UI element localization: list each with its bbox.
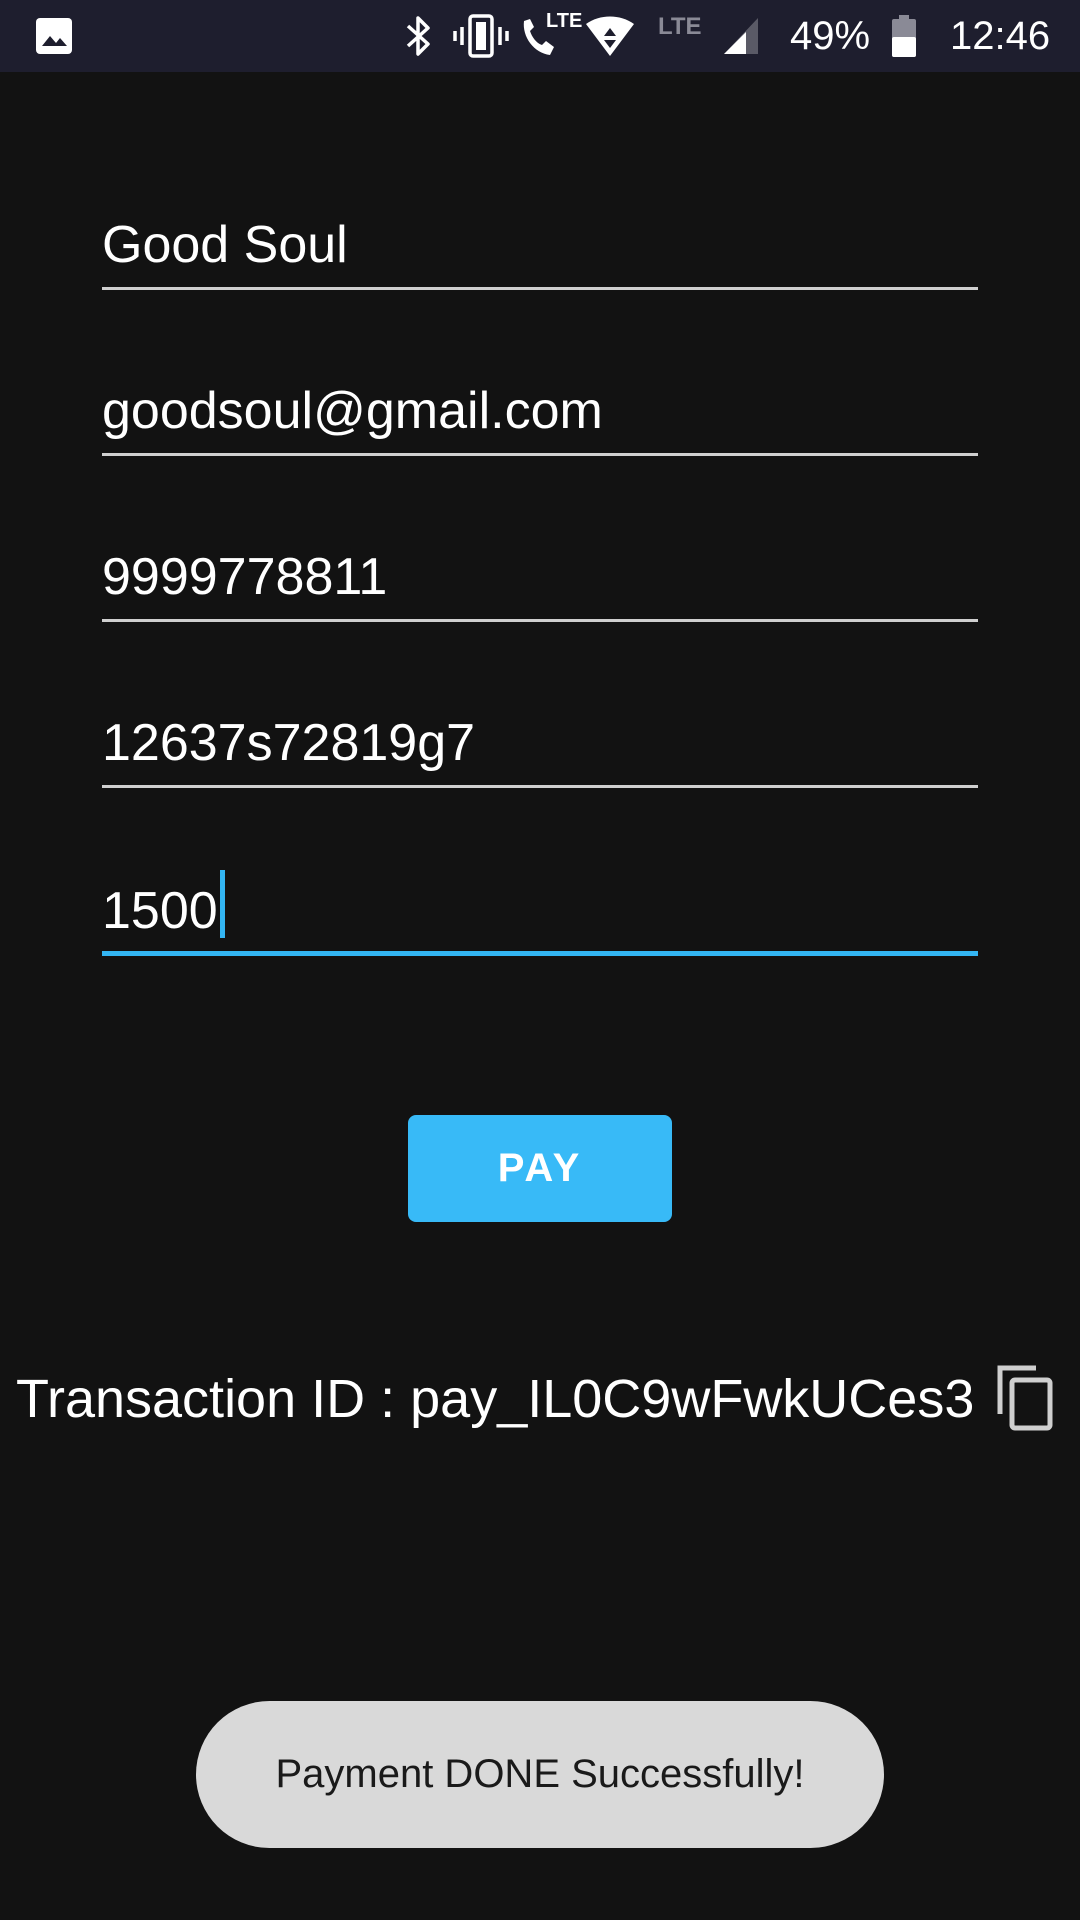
id-field[interactable]: 12637s72819g7 [102,708,978,788]
text-cursor [219,870,225,938]
toast-message: Payment DONE Successfully! [196,1701,884,1848]
pay-button[interactable]: PAY [408,1115,672,1222]
signal-icon [722,0,760,72]
lte-label: LTE [658,13,702,40]
volte-call-icon: LTE [518,0,582,72]
amount-field[interactable]: 1500 [102,870,978,956]
name-field-value: Good Soul [102,216,348,274]
gallery-icon [34,0,74,72]
bluetooth-icon [402,0,436,72]
vibrate-icon [452,0,510,72]
clock: 12:46 [950,0,1050,72]
amount-field-value: 1500 [102,882,218,940]
phone-field[interactable]: 9999778811 [102,542,978,622]
battery-icon [890,0,918,72]
email-field-value: goodsoul@gmail.com [102,382,603,440]
name-field[interactable]: Good Soul [102,210,978,290]
transaction-id-text: Transaction ID : pay_IL0C9wFwkUCes3 [16,1369,975,1429]
copy-icon[interactable] [994,1362,1056,1432]
pay-button-label: PAY [497,1146,583,1190]
volte-label: LTE [546,10,583,32]
wifi-icon [584,0,636,72]
toast-text: Payment DONE Successfully! [275,1752,805,1796]
lte-indicator: LTE [658,0,702,72]
id-field-value: 12637s72819g7 [102,714,476,772]
clock-text: 12:46 [950,13,1051,58]
battery-percent-text: 49% [790,13,871,58]
email-field[interactable]: goodsoul@gmail.com [102,376,978,456]
amount-field-value-wrap: 1500 [102,870,225,941]
status-bar: LTE LTE 49% 12:46 [0,0,1080,72]
battery-percent: 49% [790,0,870,72]
phone-field-value: 9999778811 [102,548,388,606]
